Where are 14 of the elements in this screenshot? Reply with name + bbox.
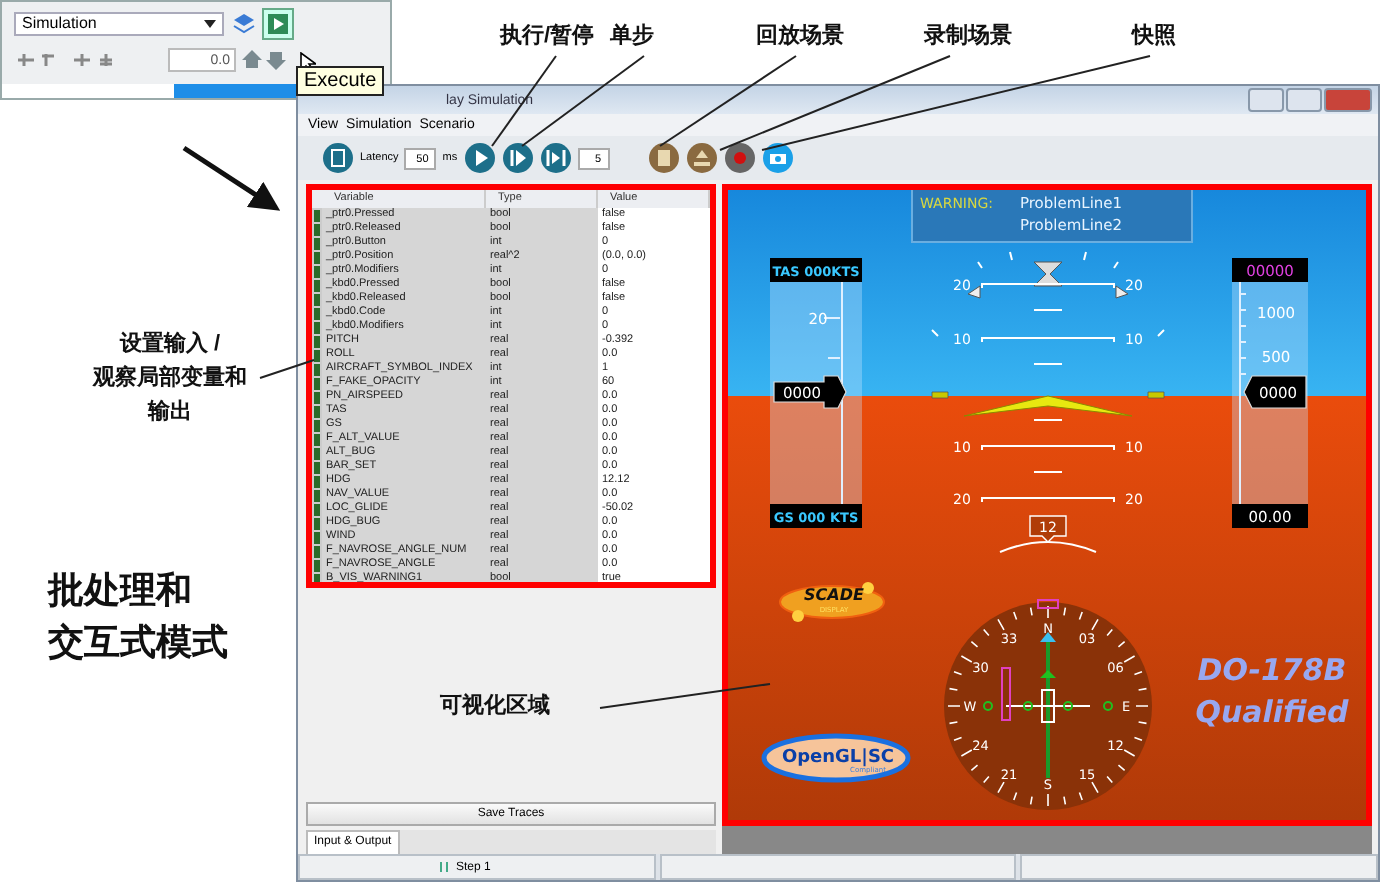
annotation-label: 设置输入 / 观察局部变量和 输出 bbox=[90, 329, 249, 428]
annotation-label: 录制场景 bbox=[924, 21, 1012, 50]
mode-dropdown[interactable]: Simulation bbox=[14, 11, 224, 35]
qualification-text: DO-178B bbox=[1197, 652, 1347, 688]
annotation-label: 单步 bbox=[610, 21, 654, 50]
annotation-label: 回放场景 bbox=[756, 21, 844, 50]
annotation-label: 可视化区域 bbox=[440, 691, 550, 720]
annotation-label: 快照 bbox=[1132, 21, 1176, 50]
annotation-label: 执行/暂停 bbox=[500, 21, 595, 50]
tooltip: Execute bbox=[296, 66, 385, 96]
logo-text: OpenGL|SC bbox=[781, 748, 895, 768]
annotation-title: 批处理和 交互式模式 bbox=[48, 568, 228, 666]
qualification-text: Qualified bbox=[1195, 694, 1349, 730]
logo-text: SCADE bbox=[804, 586, 864, 604]
